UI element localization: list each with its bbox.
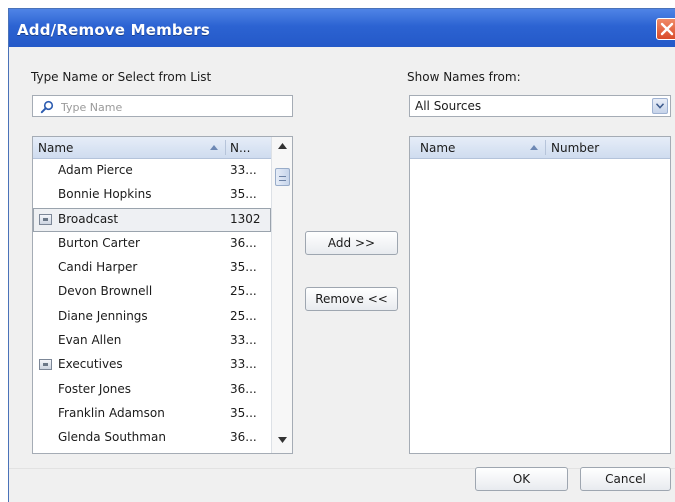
- member-name: Executives: [58, 357, 123, 372]
- list-item[interactable]: Evan Allen 33...: [33, 329, 271, 353]
- list-item[interactable]: Devon Brownell 25...: [33, 280, 271, 304]
- member-number: 35...: [230, 405, 257, 420]
- member-number: 36...: [230, 235, 257, 250]
- list-item[interactable]: Executives 33...: [33, 353, 271, 377]
- left-list-label: Type Name or Select from List: [31, 70, 212, 84]
- search-field[interactable]: [32, 95, 293, 117]
- cancel-button[interactable]: Cancel: [580, 467, 671, 491]
- column-divider[interactable]: [225, 140, 226, 155]
- list-item[interactable]: Bonnie Hopkins 35...: [33, 183, 271, 207]
- member-number: 36...: [230, 381, 257, 396]
- list-item[interactable]: Franklin Adamson 35...: [33, 402, 271, 426]
- member-number: 1302: [230, 211, 261, 226]
- scroll-up-icon[interactable]: [278, 143, 287, 149]
- available-members-list[interactable]: Name N... Adam Pierce 33... Bonnie Hopkins…: [32, 136, 293, 454]
- sort-ascending-icon: [210, 145, 218, 150]
- member-name: Foster Jones: [58, 381, 132, 396]
- chevron-down-icon: [656, 103, 664, 109]
- left-list-scrollbar[interactable]: [271, 137, 292, 453]
- member-number: 35...: [230, 260, 257, 275]
- selected-members-list[interactable]: Name Number: [409, 136, 671, 454]
- remove-button[interactable]: Remove <<: [305, 287, 398, 311]
- source-select-value: All Sources: [415, 99, 482, 113]
- member-name: Devon Brownell: [58, 284, 153, 299]
- left-list-header: Name N...: [33, 137, 271, 159]
- member-number: 33...: [230, 357, 257, 372]
- member-name: Broadcast: [58, 211, 119, 226]
- right-list-header: Name Number: [410, 137, 670, 159]
- member-name: Diane Jennings: [58, 308, 148, 323]
- footer-divider: [9, 468, 675, 469]
- member-number: 35...: [230, 187, 257, 202]
- member-name: Candi Harper: [58, 260, 138, 275]
- member-number: 33...: [230, 163, 257, 177]
- list-item[interactable]: Diane Jennings 25...: [33, 305, 271, 329]
- group-icon: [39, 213, 52, 225]
- member-number: 33...: [230, 333, 257, 348]
- list-item[interactable]: Burton Carter 36...: [33, 232, 271, 256]
- col-header-name[interactable]: Name: [38, 141, 73, 155]
- member-name: Adam Pierce: [58, 163, 133, 177]
- member-name: Burton Carter: [58, 235, 140, 250]
- column-divider[interactable]: [545, 140, 546, 155]
- list-item[interactable]: Candi Harper 35...: [33, 256, 271, 280]
- col-header-number[interactable]: Number: [551, 141, 599, 155]
- add-remove-members-dialog: Add/Remove Members Type Name or Select f…: [8, 8, 675, 502]
- source-select[interactable]: All Sources: [409, 95, 671, 117]
- ok-button[interactable]: OK: [475, 467, 568, 491]
- col-header-name[interactable]: Name: [420, 141, 455, 155]
- col-header-number[interactable]: N...: [230, 141, 250, 155]
- add-button[interactable]: Add >>: [305, 231, 398, 255]
- sort-ascending-icon: [530, 145, 538, 150]
- title-bar[interactable]: Add/Remove Members: [9, 9, 675, 47]
- member-name: Glenda Southman: [58, 430, 166, 445]
- list-item[interactable]: Glenda Southman 36...: [33, 426, 271, 450]
- member-name: Evan Allen: [58, 333, 122, 348]
- dialog-title: Add/Remove Members: [17, 21, 210, 39]
- scroll-down-icon[interactable]: [278, 437, 287, 443]
- member-number: 25...: [230, 308, 257, 323]
- source-dropdown-button[interactable]: [652, 98, 668, 114]
- close-button[interactable]: [656, 18, 675, 40]
- show-names-label: Show Names from:: [407, 70, 521, 84]
- list-item[interactable]: Foster Jones 36...: [33, 378, 271, 402]
- scroll-thumb[interactable]: [275, 168, 290, 186]
- member-number: 25...: [230, 284, 257, 299]
- close-icon: [660, 22, 674, 36]
- member-number: 36...: [230, 430, 257, 445]
- left-list-rows: Adam Pierce 33... Bonnie Hopkins 35... Broad…: [33, 159, 271, 451]
- member-name: Franklin Adamson: [58, 405, 165, 420]
- list-item[interactable]: Broadcast 1302: [33, 207, 271, 232]
- list-item[interactable]: Adam Pierce 33...: [33, 159, 271, 183]
- member-name: Bonnie Hopkins: [58, 187, 152, 202]
- search-input[interactable]: [59, 98, 288, 116]
- group-icon: [39, 359, 52, 371]
- search-icon: [40, 100, 54, 114]
